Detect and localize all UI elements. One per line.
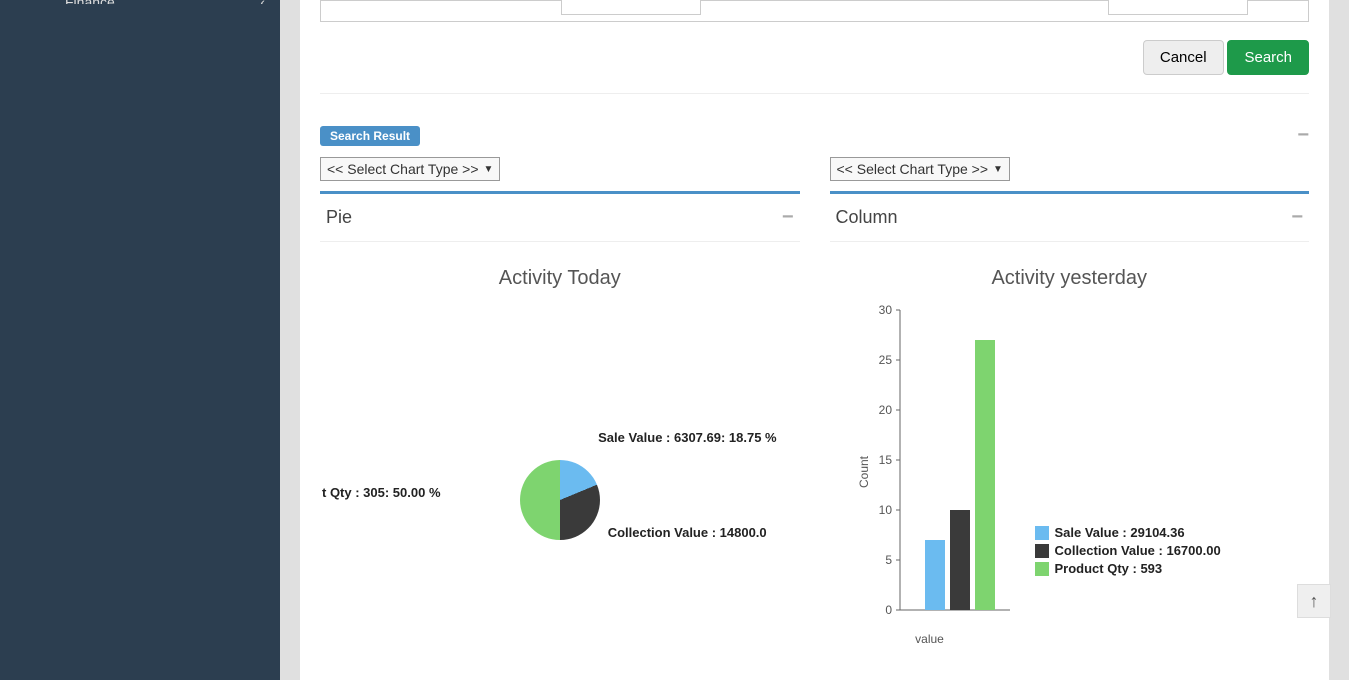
chart-type-select-right[interactable]: << Select Chart Type >> ▼ bbox=[830, 157, 1010, 181]
legend-label-sale: Sale Value : 29104.36 bbox=[1055, 525, 1185, 540]
button-row: Cancel Search bbox=[320, 32, 1309, 94]
pie-label-sale: Sale Value : 6307.69: 18.75 % bbox=[598, 430, 777, 445]
column-card: Column − Activity yesterday Count bbox=[830, 191, 1310, 660]
svg-text:0: 0 bbox=[885, 603, 892, 617]
svg-text:25: 25 bbox=[878, 353, 892, 367]
bar-qty bbox=[975, 340, 995, 610]
collapse-column-icon[interactable]: − bbox=[1291, 206, 1303, 229]
bar-legend: Sale Value : 29104.36 Collection Value :… bbox=[1035, 525, 1221, 579]
bar-chart: Count 0 5 10 15 bbox=[830, 300, 1310, 660]
svg-text:5: 5 bbox=[885, 553, 892, 567]
bar-sale bbox=[925, 540, 945, 610]
sidebar-item-label: Finance bbox=[65, 0, 115, 4]
cancel-button[interactable]: Cancel bbox=[1143, 40, 1224, 75]
pie-chart-title: Activity Today bbox=[320, 267, 800, 290]
pie-label-qty: t Qty : 305: 50.00 % bbox=[322, 485, 441, 500]
result-header: Search Result − bbox=[320, 124, 1309, 147]
legend-swatch-qty bbox=[1035, 562, 1049, 576]
arrow-up-icon: ↑ bbox=[1310, 591, 1319, 612]
select-value: << Select Chart Type >> bbox=[327, 161, 479, 177]
pie-label-collection: Collection Value : 14800.0 bbox=[608, 525, 767, 540]
filter-box bbox=[320, 0, 1309, 22]
filter-input-2[interactable] bbox=[1108, 0, 1248, 15]
column-card-title: Column bbox=[836, 207, 898, 228]
column-pane: << Select Chart Type >> ▼ Column − Activ… bbox=[830, 157, 1310, 660]
pie-card-title: Pie bbox=[326, 207, 352, 228]
search-result-tag: Search Result bbox=[320, 126, 420, 146]
sidebar-item-finance[interactable]: Finance ‹ bbox=[50, 0, 280, 4]
collapse-result-icon[interactable]: − bbox=[1297, 124, 1309, 147]
svg-text:15: 15 bbox=[878, 453, 892, 467]
legend-swatch-collection bbox=[1035, 544, 1049, 558]
pie-pane: << Select Chart Type >> ▼ Pie − Activity… bbox=[320, 157, 800, 660]
collapse-pie-icon[interactable]: − bbox=[782, 206, 794, 229]
search-button[interactable]: Search bbox=[1227, 40, 1309, 75]
legend-label-collection: Collection Value : 16700.00 bbox=[1055, 543, 1221, 558]
chevron-down-icon: ▼ bbox=[484, 164, 494, 175]
legend-row-sale: Sale Value : 29104.36 bbox=[1035, 525, 1221, 540]
column-chart-title: Activity yesterday bbox=[830, 267, 1310, 290]
pie-chart: Sale Value : 6307.69: 18.75 % Collection… bbox=[320, 300, 800, 620]
svg-text:20: 20 bbox=[878, 403, 892, 417]
legend-row-qty: Product Qty : 593 bbox=[1035, 561, 1221, 576]
chevron-down-icon: ▼ bbox=[993, 164, 1003, 175]
pie-card: Pie − Activity Today Sale Value : 6307.6… bbox=[320, 191, 800, 620]
legend-swatch-sale bbox=[1035, 526, 1049, 540]
main-panel: Cancel Search Search Result − << Select … bbox=[300, 0, 1329, 680]
svg-text:30: 30 bbox=[878, 303, 892, 317]
bar-collection bbox=[950, 510, 970, 610]
svg-text:10: 10 bbox=[878, 503, 892, 517]
sidebar: Finance ‹ bbox=[0, 0, 280, 680]
scroll-to-top-button[interactable]: ↑ bbox=[1297, 584, 1331, 618]
y-axis-label: Count bbox=[857, 456, 871, 488]
x-axis-label: value bbox=[830, 632, 1030, 646]
chart-type-select-left[interactable]: << Select Chart Type >> ▼ bbox=[320, 157, 500, 181]
legend-row-collection: Collection Value : 16700.00 bbox=[1035, 543, 1221, 558]
select-value: << Select Chart Type >> bbox=[837, 161, 989, 177]
chevron-left-icon: ‹ bbox=[260, 0, 265, 4]
pie-graphic bbox=[520, 460, 600, 540]
filter-input-1[interactable] bbox=[561, 0, 701, 15]
legend-label-qty: Product Qty : 593 bbox=[1055, 561, 1163, 576]
